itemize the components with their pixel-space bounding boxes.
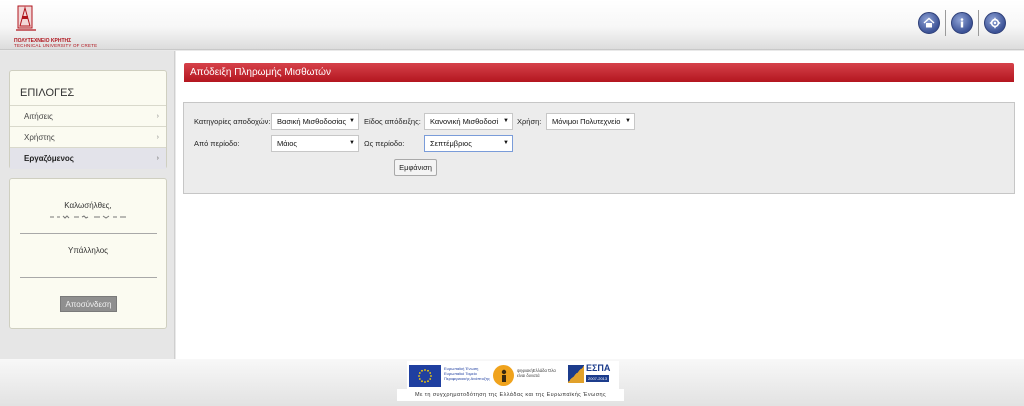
university-crest-icon <box>16 5 36 31</box>
header-divider <box>978 10 979 36</box>
header: ΠΟΛΥΤΕΧΝΕΙΟ ΚΡΗΤΗΣ TECHNICAL UNIVERSITY … <box>0 0 1024 50</box>
dropdown-arrow-icon: ▼ <box>349 118 355 124</box>
header-icon-group <box>918 10 1006 36</box>
eu-flag-icon <box>409 365 441 387</box>
page-title-bar: Απόδειξη Πληρωμής Μισθωτών <box>184 63 1014 82</box>
from-period-select-value: Μάιος <box>277 139 298 148</box>
category-label: Κατηγορίες αποδοχών: <box>194 117 271 126</box>
home-icon <box>923 17 935 28</box>
redacted-name-scribble <box>50 215 126 219</box>
dropdown-arrow-icon: ▼ <box>625 118 631 124</box>
eu-stars-icon <box>418 369 432 383</box>
chevron-right-icon: › <box>156 155 159 162</box>
home-button[interactable] <box>918 12 940 34</box>
espa-logo: ΕΣΠΑ 2007-2013 <box>568 363 616 389</box>
to-period-select-value: Σεπτέμβριος <box>430 139 472 148</box>
person-icon <box>501 369 506 382</box>
espa-years: 2007-2013 <box>586 375 610 382</box>
sidebar-item-label: Εργαζόμενος <box>24 154 74 163</box>
to-period-label: Ως περίοδο: <box>364 139 405 148</box>
sidebar: ΕΠΙΛΟΓΕΣ Αιτήσεις › Χρήστης › Εργαζόμενο… <box>0 51 175 359</box>
info-button[interactable] <box>951 12 973 34</box>
user-panel: Καλωσήλθες, Υπάλληλος Αποσύνδεση <box>9 178 167 329</box>
university-logo[interactable]: ΠΟΛΥΤΕΧΝΕΙΟ ΚΡΗΤΗΣ TECHNICAL UNIVERSITY … <box>12 2 112 48</box>
logo-subtitle: TECHNICAL UNIVERSITY OF CRETE <box>14 43 98 48</box>
espa-mark-icon <box>568 365 584 383</box>
menu-title: ΕΠΙΛΟΓΕΣ <box>20 87 75 99</box>
to-period-select[interactable]: Σεπτέμβριος ▼ <box>424 135 513 152</box>
category-select[interactable]: Βασική Μισθοδοσίας ▼ <box>271 113 359 130</box>
chevron-right-icon: › <box>156 112 159 120</box>
receipt-type-label: Είδος απόδειξης: <box>364 117 421 126</box>
footer: Ευρωπαϊκή Ένωση Ευρωπαϊκό Ταμείο Περιφερ… <box>0 359 1024 406</box>
sponsor-logos: Ευρωπαϊκή Ένωση Ευρωπαϊκό Ταμείο Περιφερ… <box>407 361 619 390</box>
settings-button[interactable] <box>984 12 1006 34</box>
eu-logo: Ευρωπαϊκή Ένωση Ευρωπαϊκό Ταμείο Περιφερ… <box>409 365 490 387</box>
username-redacted <box>10 214 166 222</box>
header-divider <box>945 10 946 36</box>
sidebar-item-label: Αιτήσεις <box>24 111 53 121</box>
digital-greece-text: ψηφιακήΕλλάδα Όλα είναι δυνατά <box>517 368 556 378</box>
usage-label: Χρήση: <box>517 117 542 126</box>
settings-icon <box>989 17 1001 29</box>
user-role: Υπάλληλος <box>68 246 108 255</box>
menu-list: Αιτήσεις › Χρήστης › Εργαζόμενος › <box>10 105 166 169</box>
chevron-right-icon: › <box>156 133 159 141</box>
divider-line <box>20 277 157 278</box>
receipt-type-select[interactable]: Κανονική Μισθοδοσί ▼ <box>424 113 513 130</box>
digital-greece-icon <box>493 365 514 386</box>
sidebar-item-label: Χρήστης <box>24 132 55 142</box>
dropdown-arrow-icon: ▼ <box>503 118 509 124</box>
filter-form: Κατηγορίες αποδοχών: Βασική Μισθοδοσίας … <box>183 102 1015 194</box>
divider-line <box>20 233 157 234</box>
espa-name: ΕΣΠΑ <box>586 363 611 373</box>
show-button[interactable]: Εμφάνιση <box>394 159 437 176</box>
logout-button[interactable]: Αποσύνδεση <box>60 296 117 312</box>
sidebar-item-employee[interactable]: Εργαζόμενος › <box>10 148 166 169</box>
from-period-label: Από περίοδο: <box>194 139 240 148</box>
dropdown-arrow-icon: ▼ <box>349 140 355 146</box>
receipt-type-select-value: Κανονική Μισθοδοσί <box>430 117 499 126</box>
from-period-select[interactable]: Μάιος ▼ <box>271 135 359 152</box>
sidebar-item-applications[interactable]: Αιτήσεις › <box>10 106 166 127</box>
options-menu-panel: ΕΠΙΛΟΓΕΣ Αιτήσεις › Χρήστης › Εργαζόμενο… <box>9 70 167 169</box>
main-content: Απόδειξη Πληρωμής Μισθωτών Κατηγορίες απ… <box>176 51 1024 359</box>
info-icon <box>960 18 964 28</box>
page-title: Απόδειξη Πληρωμής Μισθωτών <box>190 67 331 78</box>
usage-select-value: Μόνιμοι Πολυτεχνείο <box>552 117 621 126</box>
dropdown-arrow-icon: ▼ <box>503 140 509 146</box>
cofunding-text: Με τη συγχρηματοδότηση της Ελλάδας και τ… <box>397 389 624 401</box>
usage-select[interactable]: Μόνιμοι Πολυτεχνείο ▼ <box>546 113 635 130</box>
digital-greece-logo: ψηφιακήΕλλάδα Όλα είναι δυνατά <box>493 364 563 388</box>
welcome-text: Καλωσήλθες, <box>64 201 112 210</box>
sidebar-item-user[interactable]: Χρήστης › <box>10 127 166 148</box>
category-select-value: Βασική Μισθοδοσίας <box>277 117 347 126</box>
eu-text: Ευρωπαϊκή Ένωση Ευρωπαϊκό Ταμείο Περιφερ… <box>444 366 490 381</box>
